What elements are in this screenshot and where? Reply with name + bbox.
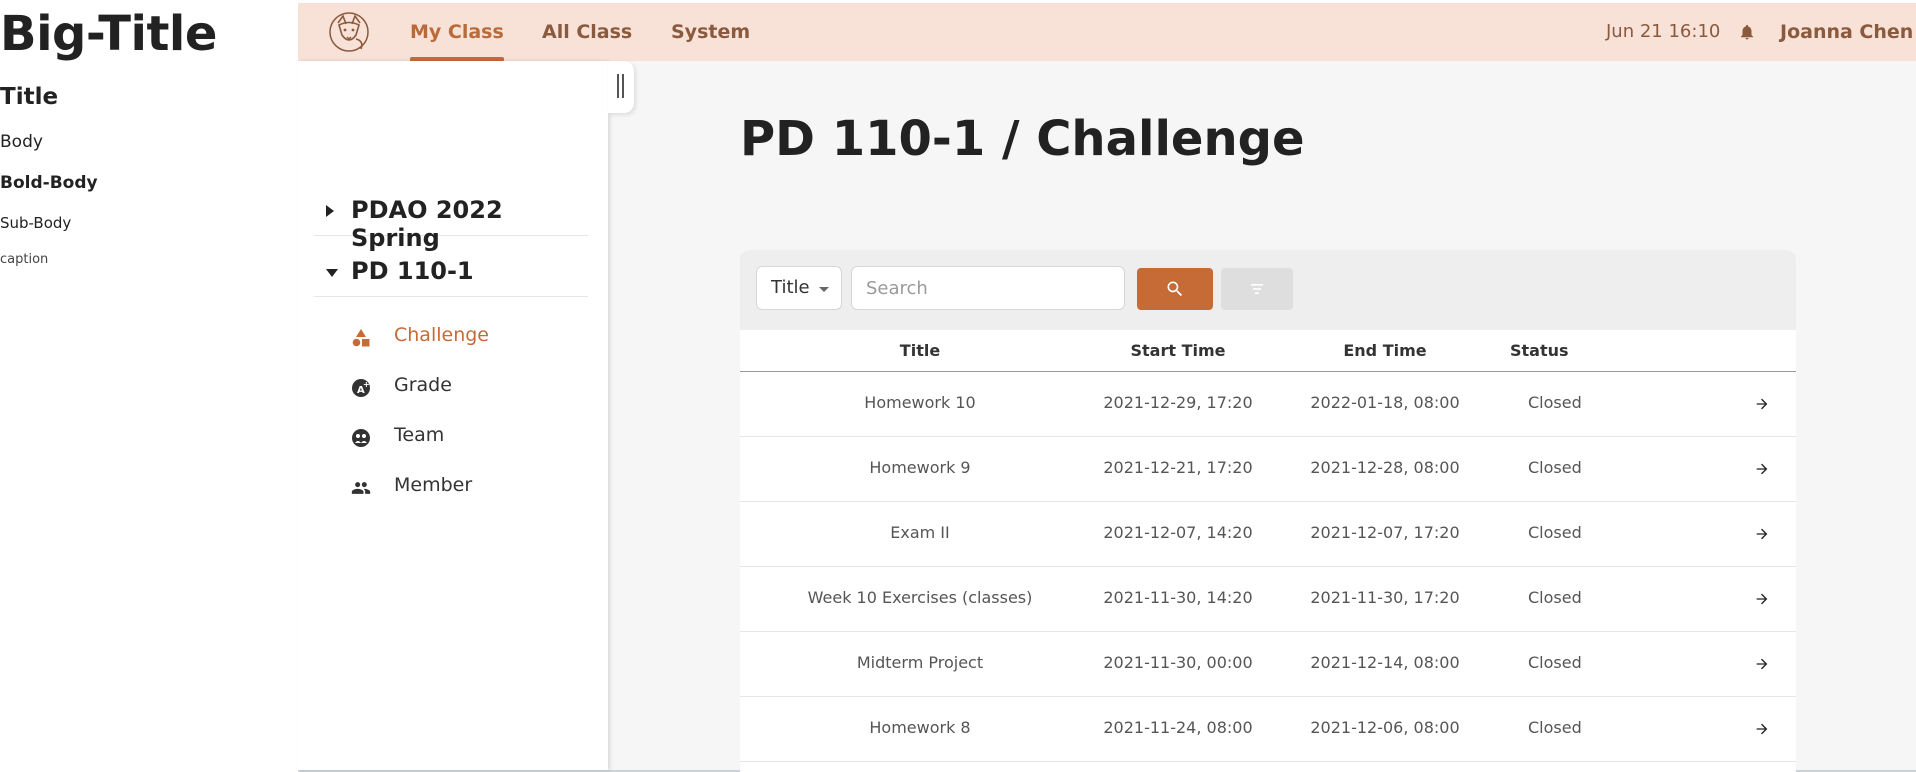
column-header-start-time[interactable]: Start Time <box>1098 341 1258 360</box>
sidebar: PDAO 2022 Spring PD 110-1 Challenge A + … <box>298 61 634 770</box>
cell-status: Closed <box>1528 718 1582 737</box>
arrow-right-icon[interactable] <box>1754 526 1770 542</box>
sidebar-group-pd-110-1[interactable]: PD 110-1 <box>314 249 588 297</box>
legend-sub-body: Sub-Body <box>0 214 72 232</box>
table-row[interactable]: Homework 9 2021-12-21, 17:20 2021-12-28,… <box>740 437 1796 502</box>
cell-status: Closed <box>1528 588 1582 607</box>
app-window: My Class All Class System Jun 21 16:10 J… <box>298 3 1916 772</box>
cell-start-time: 2021-11-24, 08:00 <box>1103 718 1253 737</box>
sidebar-item-label: Grade <box>394 374 452 396</box>
sidebar-group-pdao-2022-spring[interactable]: PDAO 2022 Spring <box>314 188 588 252</box>
team-icon <box>351 428 371 448</box>
cell-end-time: 2021-12-14, 08:00 <box>1310 653 1460 672</box>
cell-end-time: 2021-11-30, 17:20 <box>1310 588 1460 607</box>
chevron-right-icon <box>326 205 334 217</box>
legend-bold-body: Bold-Body <box>0 173 98 193</box>
sidebar-item-label: Challenge <box>394 324 489 346</box>
nav-all-class[interactable]: All Class <box>542 3 632 61</box>
cell-start-time: 2021-12-29, 17:20 <box>1103 393 1253 412</box>
cell-end-time: 2021-12-07, 17:20 <box>1310 523 1460 542</box>
search-icon <box>1167 281 1183 297</box>
table-row[interactable]: Homework 10 2021-12-29, 17:20 2022-01-18… <box>740 372 1796 437</box>
sidebar-item-team[interactable]: Team <box>314 414 588 460</box>
people-icon <box>351 478 371 498</box>
filter-field-value: Title <box>771 277 810 298</box>
top-navbar: My Class All Class System Jun 21 16:10 J… <box>298 3 1916 61</box>
table-header: Title Start Time End Time Status <box>740 330 1796 372</box>
cell-title: Homework 8 <box>869 718 971 737</box>
cell-start-time: 2021-11-30, 00:00 <box>1103 653 1253 672</box>
sidebar-item-grade[interactable]: A + Grade <box>314 364 588 410</box>
sidebar-item-member[interactable]: Member <box>314 464 588 510</box>
cell-status: Closed <box>1528 523 1582 542</box>
cell-start-time: 2021-12-21, 17:20 <box>1103 458 1253 477</box>
sidebar-group-label: PD 110-1 <box>351 257 474 285</box>
cell-title: Homework 10 <box>864 393 976 412</box>
cell-title: Exam II <box>890 523 950 542</box>
fox-logo-icon[interactable] <box>328 11 370 53</box>
table-row[interactable]: Midterm Project 2021-11-30, 00:00 2021-1… <box>740 632 1796 697</box>
cell-status: Closed <box>1528 653 1582 672</box>
cell-title: Homework 9 <box>869 458 971 477</box>
legend-body: Body <box>0 132 43 152</box>
filter-icon <box>1251 284 1263 294</box>
arrow-right-icon[interactable] <box>1754 656 1770 672</box>
filter-button[interactable] <box>1221 268 1293 310</box>
current-datetime: Jun 21 16:10 <box>1606 21 1721 42</box>
cell-status: Closed <box>1528 393 1582 412</box>
search-input[interactable] <box>851 266 1125 310</box>
user-name[interactable]: Joanna Chen <box>1780 3 1913 61</box>
filter-field-select[interactable]: Title <box>756 266 842 310</box>
sidebar-item-challenge[interactable]: Challenge <box>314 314 588 360</box>
table-row[interactable]: Exam II 2021-12-07, 14:20 2021-12-07, 17… <box>740 502 1796 567</box>
sidebar-collapse-handle[interactable] <box>608 61 634 113</box>
column-header-status[interactable]: Status <box>1510 341 1590 360</box>
caret-down-icon <box>819 287 829 292</box>
cell-title: Midterm Project <box>856 653 984 672</box>
sidebar-item-label: Team <box>394 424 445 446</box>
cell-start-time: 2021-12-07, 14:20 <box>1103 523 1253 542</box>
cell-end-time: 2021-12-28, 08:00 <box>1310 458 1460 477</box>
page-title: PD 110-1 / Challenge <box>740 111 1305 167</box>
arrow-right-icon[interactable] <box>1754 461 1770 477</box>
cell-start-time: 2021-11-30, 14:20 <box>1103 588 1253 607</box>
challenge-table-card: Title Title Start Time End Time Status <box>740 250 1796 772</box>
chevron-down-icon <box>326 269 338 277</box>
cell-end-time: 2022-01-18, 08:00 <box>1310 393 1460 412</box>
arrow-right-icon[interactable] <box>1754 591 1770 607</box>
sidebar-item-label: Member <box>394 474 473 496</box>
sidebar-group-label: PDAO 2022 Spring <box>351 196 503 252</box>
bell-icon[interactable] <box>1738 23 1756 41</box>
cell-status: Closed <box>1528 458 1582 477</box>
table-row[interactable]: Homework 8 2021-11-24, 08:00 2021-12-06,… <box>740 697 1796 762</box>
nav-my-class[interactable]: My Class <box>410 3 504 61</box>
arrow-right-icon[interactable] <box>1754 721 1770 737</box>
cell-title: Week 10 Exercises (classes) <box>807 588 1033 607</box>
cell-end-time: 2021-12-06, 08:00 <box>1310 718 1460 737</box>
legend-caption: caption <box>0 252 49 267</box>
nav-system[interactable]: System <box>671 3 750 61</box>
arrow-right-icon[interactable] <box>1754 396 1770 412</box>
svg-text:+: + <box>363 380 370 389</box>
legend-title: Title <box>0 84 59 110</box>
shapes-icon <box>351 328 371 348</box>
search-button[interactable] <box>1137 268 1213 310</box>
grade-icon: A + <box>351 378 371 398</box>
table-toolbar: Title <box>740 250 1796 330</box>
column-header-title[interactable]: Title <box>820 341 1020 360</box>
column-header-end-time[interactable]: End Time <box>1305 341 1465 360</box>
table-row[interactable]: Week 10 Exercises (classes) 2021-11-30, … <box>740 567 1796 632</box>
legend-big-title: Big-Title <box>0 6 217 62</box>
